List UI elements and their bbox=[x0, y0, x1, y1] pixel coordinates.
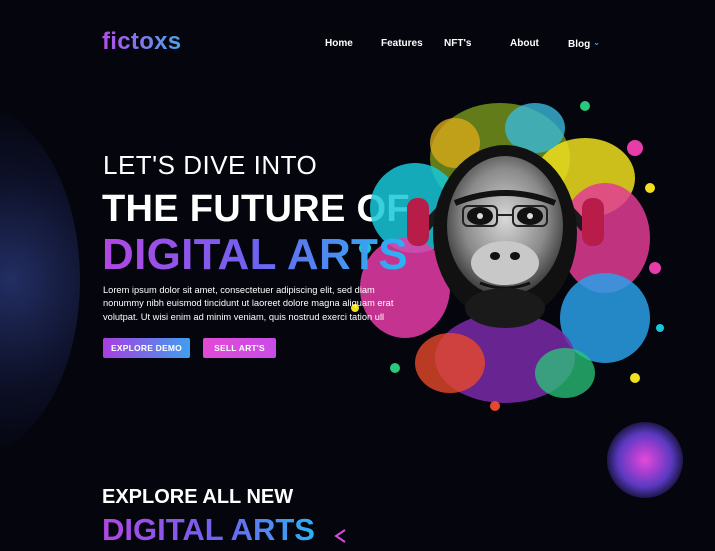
nav-features[interactable]: Features bbox=[381, 38, 423, 49]
section-accent-title: DIGITAL ARTS bbox=[102, 512, 315, 547]
nav-home[interactable]: Home bbox=[325, 38, 353, 49]
chimp-face bbox=[433, 145, 577, 328]
ambient-glow-left bbox=[0, 100, 80, 460]
hero-pretitle: LET'S DIVE INTO bbox=[103, 150, 318, 180]
nav-about[interactable]: About bbox=[510, 38, 539, 49]
nav-blog-label: Blog bbox=[568, 39, 591, 50]
section-title: EXPLORE ALL NEW bbox=[102, 486, 294, 508]
hero-accent-title: DIGITAL ARTS bbox=[102, 230, 408, 279]
sell-arts-button[interactable]: SELL ART'S bbox=[203, 338, 276, 358]
page: fictoxs Home Features NFT's About Blog⌄ bbox=[0, 0, 715, 551]
arrow-left-icon[interactable] bbox=[333, 528, 611, 544]
nav-nfts[interactable]: NFT's bbox=[444, 38, 471, 49]
chevron-down-icon: ⌄ bbox=[593, 38, 600, 47]
nav-blog[interactable]: Blog ⌄ bbox=[568, 38, 600, 50]
explore-demo-button[interactable]: EXPLORE DEMO bbox=[103, 338, 190, 358]
hero-description: Lorem ipsum dolor sit amet, consectetuer… bbox=[103, 285, 394, 322]
main-nav: Home Features NFT's About Blog ⌄ bbox=[0, 38, 715, 52]
glow-orb bbox=[607, 422, 683, 498]
